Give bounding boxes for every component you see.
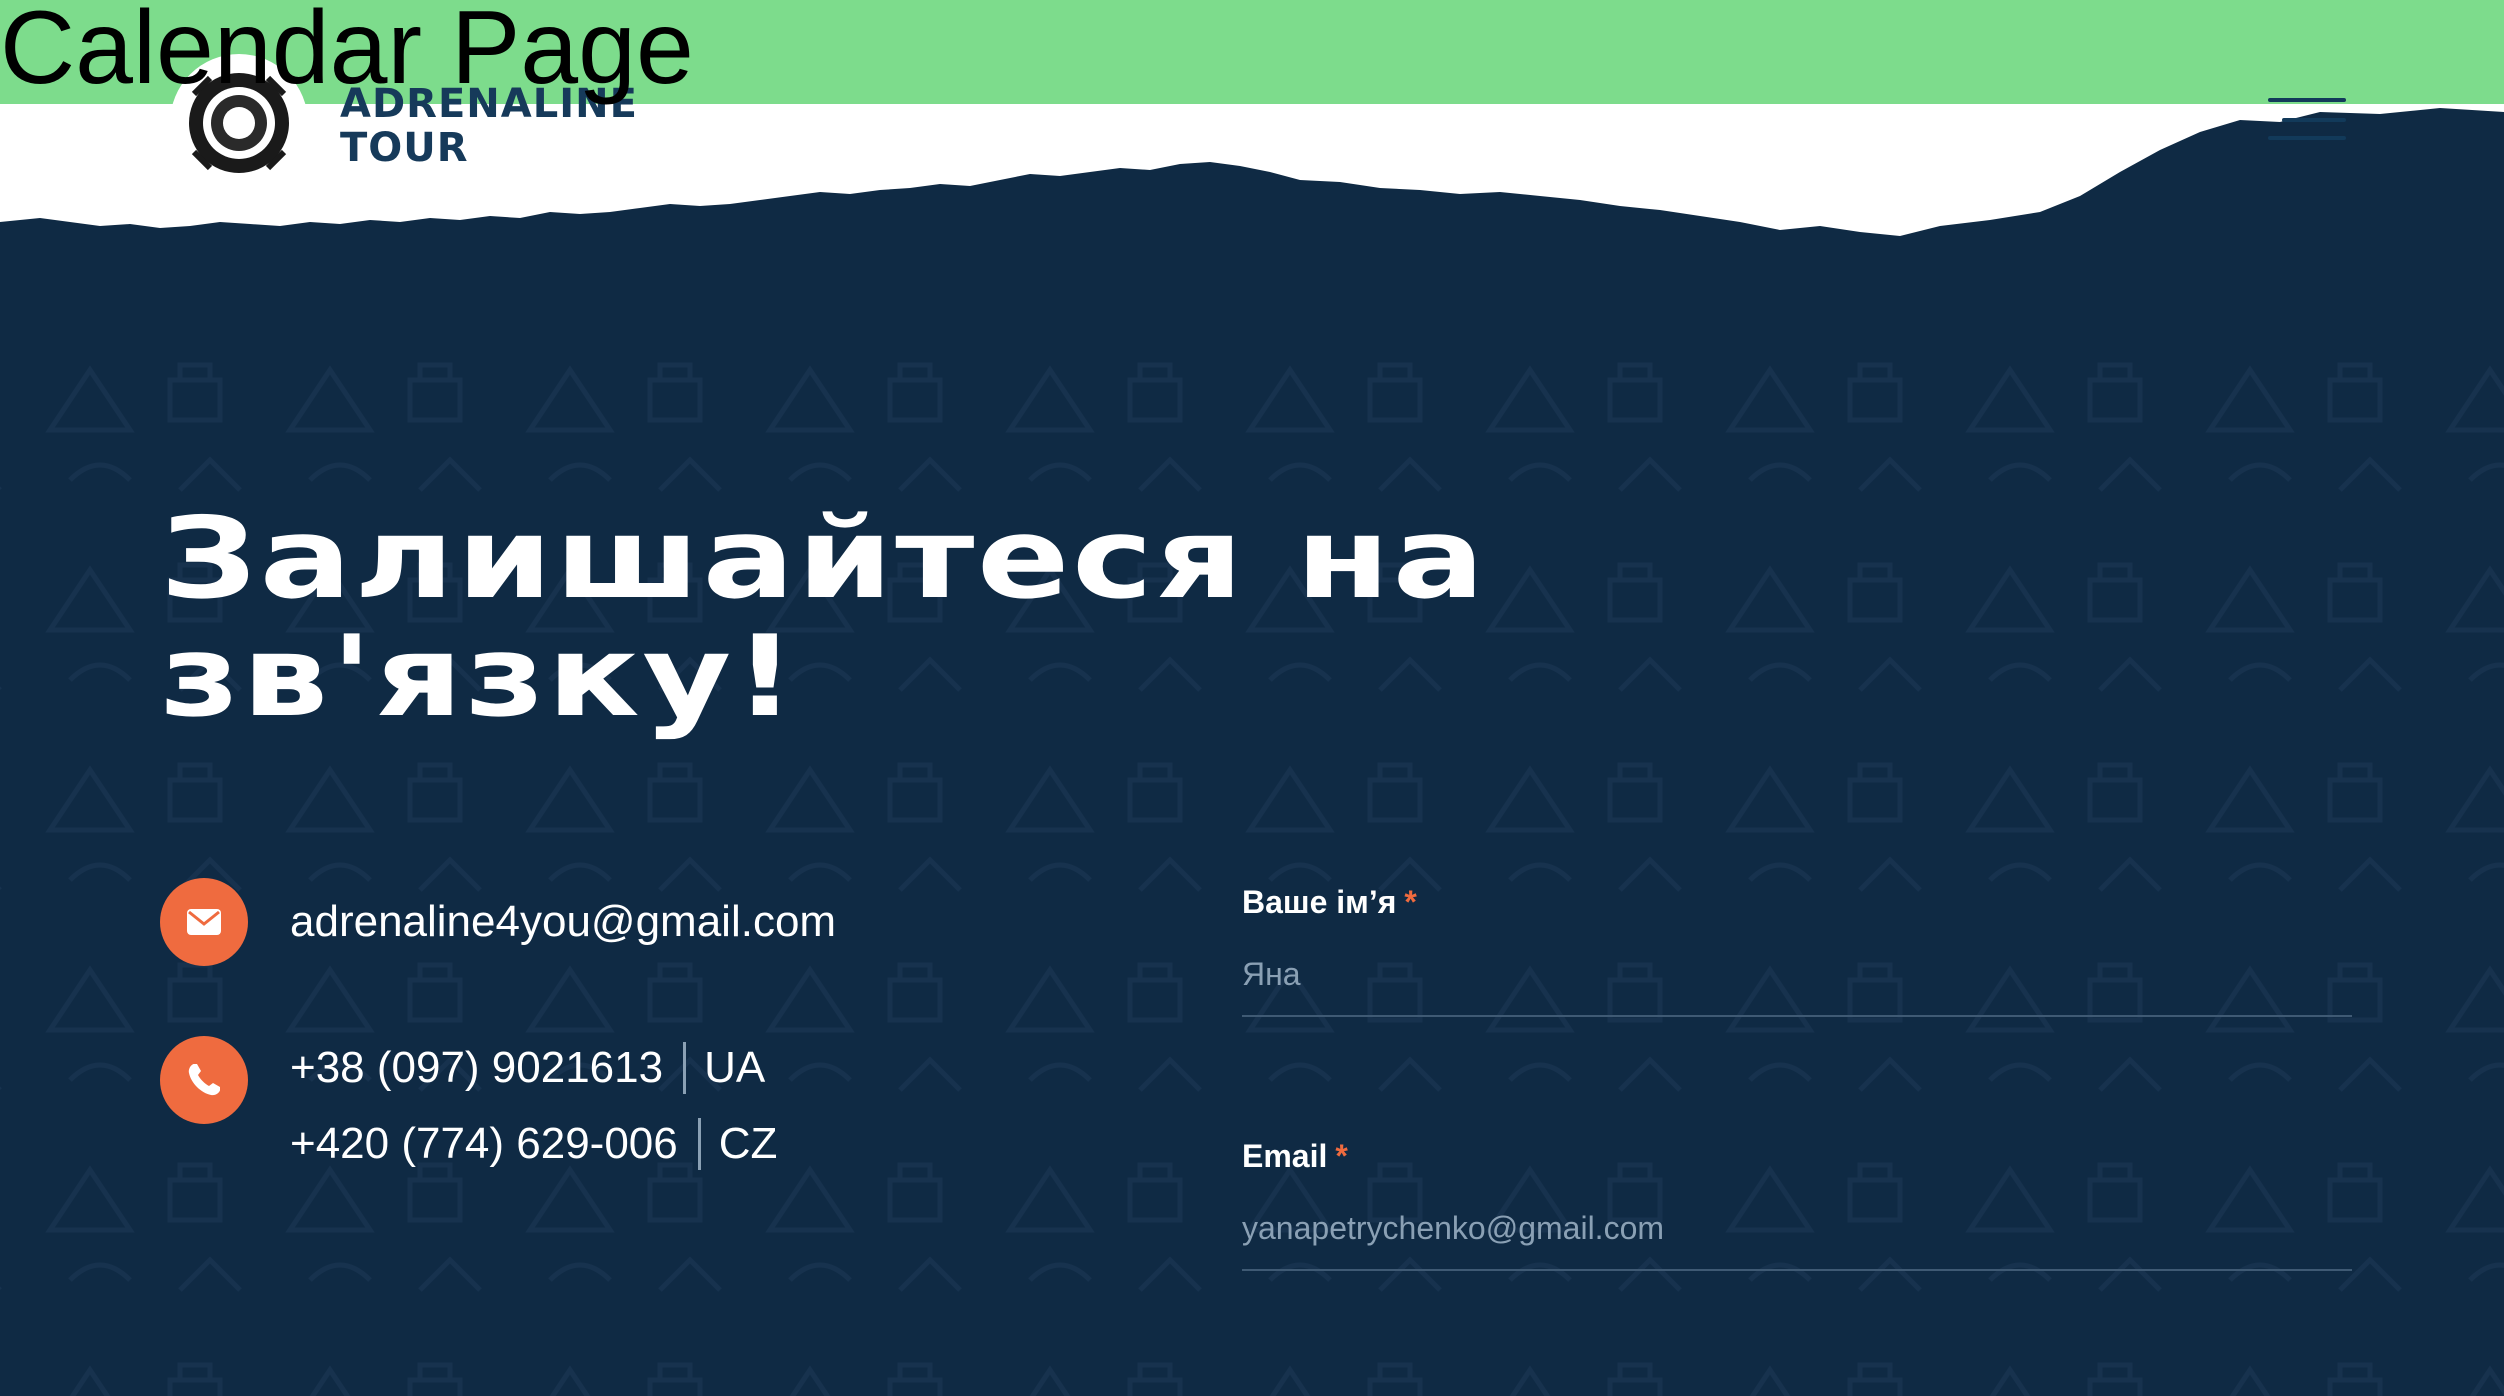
phone-contact: +38 (097) 9021613 UA +420 (774) 629-006 … <box>160 1036 777 1182</box>
phone-icon <box>160 1036 248 1124</box>
hamburger-menu-icon-line <box>2268 136 2346 140</box>
contact-heading: Залишайтеся на зв'язку! <box>160 500 1868 736</box>
envelope-icon <box>160 878 248 966</box>
hamburger-menu-icon <box>2268 98 2346 102</box>
email-field-label: Email * <box>1242 1128 2352 1184</box>
contact-form: Ваше ім’я* Email* <box>1242 874 2352 1382</box>
phone-ua: +38 (097) 9021613 UA <box>290 1030 777 1106</box>
email-link[interactable]: adrenaline4you@gmail.com <box>290 897 836 946</box>
divider <box>697 1118 701 1170</box>
name-field-label: Ваше ім’я * <box>1242 874 2352 930</box>
name-input[interactable] <box>1242 956 2352 1017</box>
phone-country-cz: CZ <box>718 1119 778 1168</box>
email-field-group: Email * <box>1242 1128 2352 1382</box>
phone-country-ua: UA <box>704 1043 766 1092</box>
hamburger-menu-button[interactable] <box>2268 92 2346 140</box>
hamburger-menu-icon-line <box>2282 118 2346 122</box>
email-label-text: Email <box>1242 1138 1328 1174</box>
email-input[interactable] <box>1242 1210 2352 1271</box>
email-contact: adrenaline4you@gmail.com <box>160 878 836 966</box>
banner-title: Calendar Page <box>0 0 694 106</box>
phone-number-ua[interactable]: +38 (097) 9021613 <box>290 1030 663 1106</box>
name-field-group: Ваше ім’я * <box>1242 874 2352 1128</box>
contact-heading-line2: зв'язку! <box>160 612 799 742</box>
contact-heading-line1: Залишайтеся на <box>160 494 1488 624</box>
brand-name-line2: TOUR <box>340 125 469 171</box>
phone-number-cz[interactable]: +420 (774) 629-006 <box>290 1106 678 1182</box>
name-label-text: Ваше ім’я <box>1242 884 1397 920</box>
divider <box>683 1042 687 1094</box>
phone-cz: +420 (774) 629-006 CZ <box>290 1106 777 1182</box>
required-asterisk: * <box>1335 1138 1348 1174</box>
required-asterisk: * <box>1404 884 1417 920</box>
